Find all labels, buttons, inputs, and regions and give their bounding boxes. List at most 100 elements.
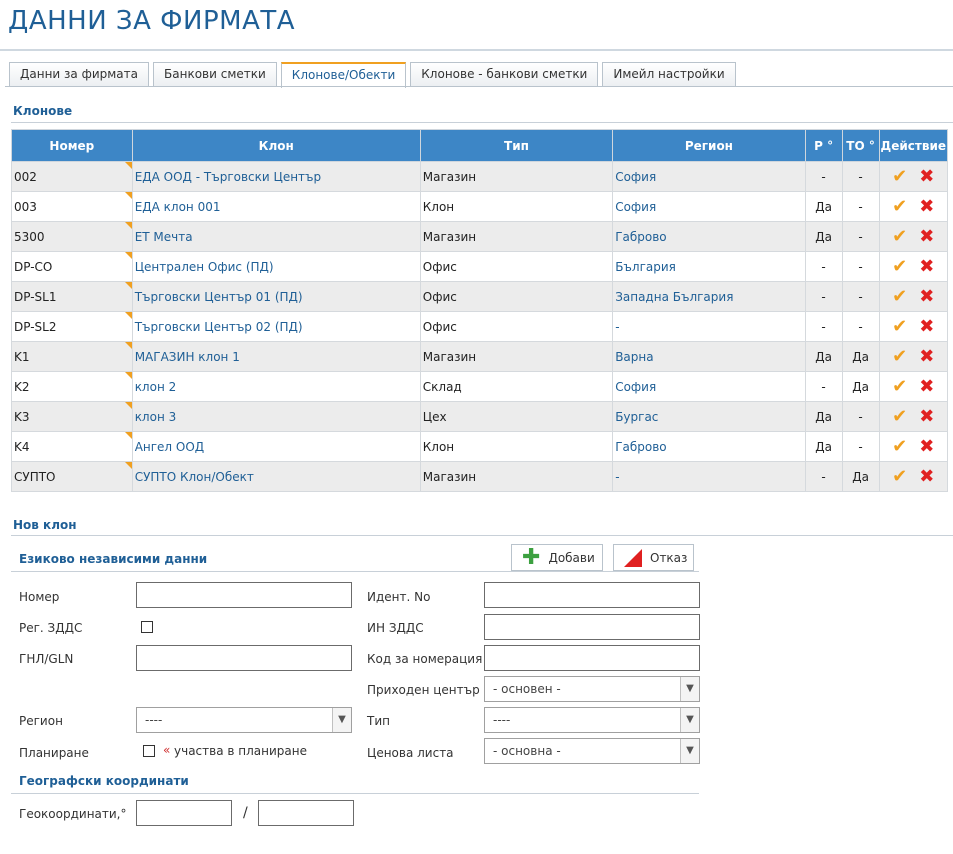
column-header-branch[interactable]: Клон [131, 129, 421, 162]
row-number: СУПТО [14, 469, 56, 484]
gln-input[interactable] [136, 645, 352, 671]
delete-icon[interactable]: ✖ [919, 467, 934, 486]
column-header-type[interactable]: Тип [419, 129, 614, 162]
add-button[interactable]: ✚ Добави [511, 544, 603, 571]
ident-no-input[interactable] [484, 582, 700, 608]
cell-region[interactable]: София [612, 191, 806, 222]
column-header-number[interactable]: Номер [11, 129, 133, 162]
edit-check-icon[interactable]: ✔ [892, 227, 907, 246]
cell-region[interactable]: - [612, 461, 806, 492]
delete-icon[interactable]: ✖ [919, 317, 934, 336]
cell-branch-name[interactable]: ЕДА клон 001 [131, 191, 421, 222]
longitude-input[interactable] [258, 800, 354, 826]
cell-region[interactable]: - [612, 311, 806, 342]
vat-reg-checkbox[interactable] [141, 621, 153, 633]
revenue-center-label: Приходен център [367, 683, 480, 697]
table-row: K3 клон 3 Цех Бургас Да - ✔ ✖ [11, 401, 949, 432]
tab-email-settings[interactable]: Имейл настройки [602, 62, 736, 86]
planning-label: Планиране [19, 746, 89, 760]
cell-to: - [841, 281, 880, 312]
cell-actions: ✔ ✖ [878, 281, 949, 312]
cell-branch-name[interactable]: клон 2 [131, 371, 421, 402]
cell-actions: ✔ ✖ [878, 251, 949, 282]
page-title: ДАННИ ЗА ФИРМАТА [8, 6, 296, 36]
tabs-divider [5, 86, 953, 87]
tab-branch-bank-accounts[interactable]: Клонове - банкови сметки [410, 62, 599, 86]
numbering-code-input[interactable] [484, 645, 700, 671]
tab-branches[interactable]: Клонове/Обекти [280, 62, 407, 88]
cell-region[interactable]: София [612, 371, 806, 402]
row-number: DP-CO [14, 259, 53, 274]
row-marker-icon [124, 432, 132, 439]
revenue-center-select-value: - основен - [493, 682, 561, 696]
latitude-input[interactable] [136, 800, 232, 826]
cell-number: K4 [11, 431, 133, 462]
cell-type: Цех [419, 401, 614, 432]
cell-branch-name[interactable]: СУПТО Клон/Обект [131, 461, 421, 492]
cell-region[interactable]: Габрово [612, 431, 806, 462]
row-marker-icon [124, 162, 132, 169]
column-header-region[interactable]: Регион [612, 129, 806, 162]
cell-region[interactable]: Варна [612, 341, 806, 372]
edit-check-icon[interactable]: ✔ [892, 317, 907, 336]
price-list-select[interactable]: - основна - ▼ [484, 738, 700, 764]
edit-check-icon[interactable]: ✔ [892, 377, 907, 396]
planning-text: участва в планиране [174, 744, 307, 758]
revenue-center-select[interactable]: - основен - ▼ [484, 676, 700, 702]
cell-number: 003 [11, 191, 133, 222]
delete-icon[interactable]: ✖ [919, 197, 934, 216]
edit-check-icon[interactable]: ✔ [892, 197, 907, 216]
edit-check-icon[interactable]: ✔ [892, 407, 907, 426]
delete-icon[interactable]: ✖ [919, 287, 934, 306]
edit-check-icon[interactable]: ✔ [892, 257, 907, 276]
edit-check-icon[interactable]: ✔ [892, 467, 907, 486]
chevron-down-icon: ▼ [680, 708, 699, 732]
cell-region[interactable]: България [612, 251, 806, 282]
delete-icon[interactable]: ✖ [919, 167, 934, 186]
region-select-value: ---- [145, 713, 163, 727]
number-input[interactable] [136, 582, 352, 608]
cell-branch-name[interactable]: Ангел ООД [131, 431, 421, 462]
cell-region[interactable]: София [612, 161, 806, 192]
edit-check-icon[interactable]: ✔ [892, 167, 907, 186]
cell-branch-name[interactable]: Търговски Център 02 (ПД) [131, 311, 421, 342]
cell-branch-name[interactable]: ЕТ Мечта [131, 221, 421, 252]
cell-branch-name[interactable]: МАГАЗИН клон 1 [131, 341, 421, 372]
edit-check-icon[interactable]: ✔ [892, 347, 907, 366]
cancel-button[interactable]: Отказ [613, 544, 694, 571]
tab-bank-accounts[interactable]: Банкови сметки [153, 62, 277, 86]
tab-company-data[interactable]: Данни за фирмата [9, 62, 150, 86]
cell-region[interactable]: Западна България [612, 281, 806, 312]
table-row: 003 ЕДА клон 001 Клон София Да - ✔ ✖ [11, 191, 949, 222]
cell-number: DP-SL2 [11, 311, 133, 342]
delete-icon[interactable]: ✖ [919, 257, 934, 276]
price-list-label: Ценова листа [367, 746, 454, 760]
delete-icon[interactable]: ✖ [919, 407, 934, 426]
region-select[interactable]: ---- ▼ [136, 707, 352, 733]
column-header-r[interactable]: Р ° [804, 129, 843, 162]
type-select[interactable]: ---- ▼ [484, 707, 700, 733]
row-number: K3 [14, 409, 30, 424]
vat-id-input[interactable] [484, 614, 700, 640]
cell-branch-name[interactable]: ЕДА ООД - Търговски Център [131, 161, 421, 192]
delete-icon[interactable]: ✖ [919, 227, 934, 246]
planning-checkbox[interactable] [143, 745, 155, 757]
edit-check-icon[interactable]: ✔ [892, 287, 907, 306]
delete-icon[interactable]: ✖ [919, 377, 934, 396]
cell-number: DP-CO [11, 251, 133, 282]
edit-check-icon[interactable]: ✔ [892, 437, 907, 456]
delete-icon[interactable]: ✖ [919, 347, 934, 366]
column-header-to[interactable]: ТО ° [841, 129, 880, 162]
cell-region[interactable]: Бургас [612, 401, 806, 432]
table-row: 002 ЕДА ООД - Търговски Център Магазин Софи… [11, 161, 949, 192]
cell-branch-name[interactable]: клон 3 [131, 401, 421, 432]
cell-type: Склад [419, 371, 614, 402]
delete-icon[interactable]: ✖ [919, 437, 934, 456]
cell-branch-name[interactable]: Търговски Център 01 (ПД) [131, 281, 421, 312]
cell-type: Клон [419, 191, 614, 222]
cell-branch-name[interactable]: Централен Офис (ПД) [131, 251, 421, 282]
cell-region[interactable]: Габрово [612, 221, 806, 252]
number-label: Номер [19, 590, 60, 604]
ident-no-label: Идент. No [367, 590, 431, 604]
region-label: Регион [19, 714, 63, 728]
